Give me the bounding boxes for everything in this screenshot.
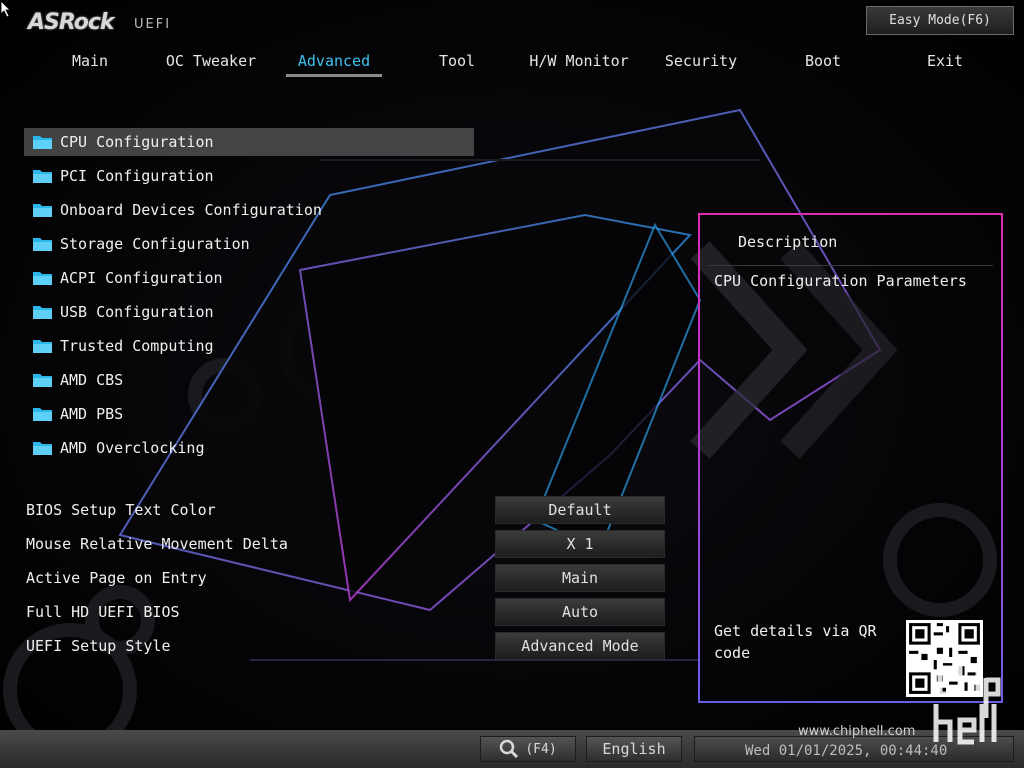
asrock-logo: ASRock — [28, 10, 115, 35]
setting-value-button[interactable]: X 1 — [495, 530, 665, 558]
setting-value-button[interactable]: Advanced Mode — [495, 632, 665, 660]
folder-icon — [33, 306, 52, 319]
menu-item-label: ACPI Configuration — [60, 269, 223, 287]
menu-item-amd-pbs[interactable]: AMD PBS — [24, 400, 474, 428]
easy-mode-button[interactable]: Easy Mode(F6) — [866, 6, 1014, 35]
description-text: CPU Configuration Parameters — [714, 272, 967, 290]
tab-security[interactable]: Security — [641, 52, 761, 74]
setting-value-button[interactable]: Auto — [495, 598, 665, 626]
menu-item-usb-configuration[interactable]: USB Configuration — [24, 298, 474, 326]
chiphell-watermark-logo — [933, 664, 1001, 745]
setting-row: Mouse Relative Movement Delta X 1 — [24, 529, 669, 563]
setting-value-button[interactable]: Default — [495, 496, 665, 524]
watermark-url: www.chiphell.com — [798, 724, 916, 739]
advanced-menu-list: CPU Configuration PCI Configuration Onboar… — [24, 128, 474, 468]
setting-row: Full HD UEFI BIOS Auto — [24, 597, 669, 631]
menu-item-label: USB Configuration — [60, 303, 214, 321]
folder-icon — [33, 340, 52, 353]
qr-hint-text: Get details via QR code — [714, 622, 877, 662]
settings-list: BIOS Setup Text Color Default Mouse Relati… — [24, 495, 669, 665]
folder-icon — [33, 170, 52, 183]
search-key-label: (F4) — [525, 741, 557, 757]
setting-label: Active Page on Entry — [26, 569, 207, 587]
tab-exit[interactable]: Exit — [885, 52, 1005, 74]
menu-item-storage-configuration[interactable]: Storage Configuration — [24, 230, 474, 258]
menu-item-label: AMD CBS — [60, 371, 124, 389]
setting-label: UEFI Setup Style — [26, 637, 171, 655]
setting-value-button[interactable]: Main — [495, 564, 665, 592]
folder-icon — [33, 408, 52, 421]
tab-hw-monitor[interactable]: H/W Monitor — [519, 52, 639, 74]
folder-icon — [33, 238, 52, 251]
mouse-cursor-icon — [1, 1, 11, 17]
folder-icon — [33, 204, 52, 217]
search-icon — [500, 739, 519, 759]
uefi-label: UEFI — [134, 17, 172, 32]
menu-item-label: CPU Configuration — [60, 133, 214, 151]
menu-item-pci-configuration[interactable]: PCI Configuration — [24, 162, 474, 190]
menu-item-label: AMD PBS — [60, 405, 124, 423]
menu-item-amd-cbs[interactable]: AMD CBS — [24, 366, 474, 394]
setting-row: BIOS Setup Text Color Default — [24, 495, 669, 529]
menu-item-label: Onboard Devices Configuration — [60, 201, 322, 219]
tab-main[interactable]: Main — [30, 52, 150, 74]
folder-icon — [33, 374, 52, 387]
tab-boot[interactable]: Boot — [763, 52, 883, 74]
main-tabs: Main OC Tweaker Advanced Tool H/W Monito… — [30, 52, 1010, 78]
description-panel: Description CPU Configuration Parameters… — [698, 213, 1003, 703]
search-button[interactable]: (F4) — [480, 736, 576, 762]
menu-item-trusted-computing[interactable]: Trusted Computing — [24, 332, 474, 360]
language-button[interactable]: English — [586, 736, 682, 762]
setting-label: Full HD UEFI BIOS — [26, 603, 180, 621]
tab-advanced[interactable]: Advanced — [274, 52, 394, 74]
description-title: Description — [738, 233, 838, 251]
setting-row: Active Page on Entry Main — [24, 563, 669, 597]
menu-item-acpi-configuration[interactable]: ACPI Configuration — [24, 264, 474, 292]
menu-item-label: AMD Overclocking — [60, 439, 205, 457]
tab-oc-tweaker[interactable]: OC Tweaker — [151, 52, 271, 74]
menu-item-onboard-devices-configuration[interactable]: Onboard Devices Configuration — [24, 196, 474, 224]
menu-item-label: Storage Configuration — [60, 235, 250, 253]
menu-item-label: Trusted Computing — [60, 337, 214, 355]
description-divider — [708, 265, 993, 266]
setting-label: BIOS Setup Text Color — [26, 501, 216, 519]
tab-tool[interactable]: Tool — [397, 52, 517, 74]
setting-label: Mouse Relative Movement Delta — [26, 535, 288, 553]
menu-item-amd-overclocking[interactable]: AMD Overclocking — [24, 434, 474, 462]
folder-icon — [33, 442, 52, 455]
folder-icon — [33, 272, 52, 285]
active-tab-indicator — [286, 74, 382, 77]
setting-row: UEFI Setup Style Advanced Mode — [24, 631, 669, 665]
folder-icon — [33, 136, 52, 149]
menu-item-cpu-configuration[interactable]: CPU Configuration — [24, 128, 474, 156]
menu-item-label: PCI Configuration — [60, 167, 214, 185]
